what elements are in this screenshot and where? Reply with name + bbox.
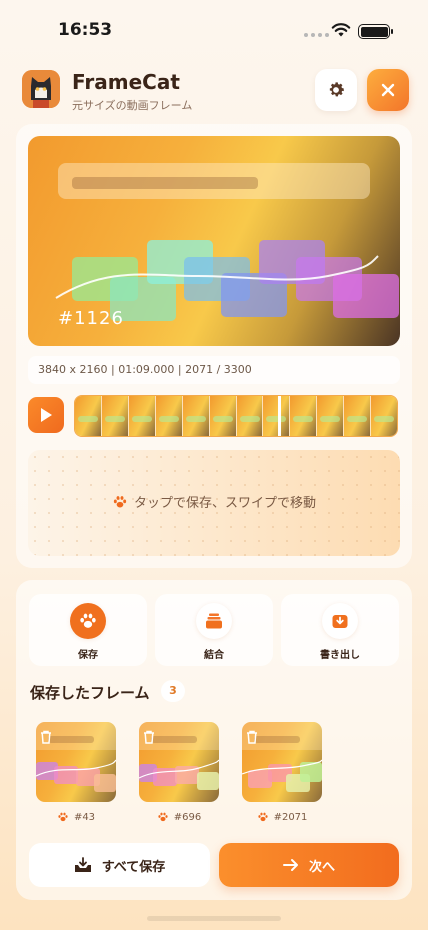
- saved-frame-thumbnail[interactable]: [139, 722, 219, 802]
- timeline-thumbnail: [290, 396, 318, 436]
- home-indicator: [147, 916, 281, 921]
- merge-action-button[interactable]: 結合: [155, 594, 273, 666]
- app-logo: [22, 70, 60, 108]
- stack-icon: [196, 603, 232, 639]
- next-label: 次へ: [308, 859, 335, 875]
- inbox-icon: [74, 857, 91, 872]
- saved-frame-label: #696: [139, 811, 219, 823]
- video-info: 3840 x 2160 | 01:09.000 | 2071 / 3300: [28, 356, 400, 384]
- tap-hint-label: タップで保存、スワイプで移動: [133, 496, 316, 511]
- download-icon: [322, 603, 358, 639]
- timeline-thumbnail: [75, 396, 102, 436]
- paw-icon: [158, 812, 168, 822]
- saved-frame-label: #43: [36, 811, 116, 823]
- save-action-button[interactable]: 保存: [29, 594, 147, 666]
- save-action-label: 保存: [78, 650, 98, 661]
- saved-frames-title: 保存したフレーム: [30, 684, 150, 702]
- saved-frame-thumbnail[interactable]: [242, 722, 322, 802]
- close-icon: [381, 83, 395, 97]
- saved-frame-label: #2071: [242, 811, 322, 823]
- timeline-thumbnail: [209, 396, 237, 436]
- settings-button[interactable]: [315, 69, 357, 111]
- timeline-scrubber[interactable]: [74, 395, 398, 437]
- tap-save-zone[interactable]: タップで保存、スワイプで移動: [28, 450, 400, 556]
- paw-icon: [70, 603, 106, 639]
- timeline-thumbnail: [263, 396, 291, 436]
- saved-frame-number: #2071: [273, 811, 308, 823]
- app-subtitle: 元サイズの動画フレーム: [72, 99, 193, 112]
- saved-count-badge: 3: [161, 680, 185, 702]
- status-time: 16:53: [58, 20, 113, 40]
- save-all-button[interactable]: すべて保存: [29, 843, 210, 887]
- timeline-thumbnail: [317, 396, 345, 436]
- saved-frame-thumbnail[interactable]: [36, 722, 116, 802]
- merge-action-label: 結合: [204, 650, 224, 661]
- saved-frame-number: #43: [73, 811, 96, 823]
- next-button[interactable]: 次へ: [219, 843, 399, 887]
- battery-icon: [358, 24, 393, 39]
- timeline-thumbnail: [155, 396, 183, 436]
- saved-frame-number: #696: [173, 811, 202, 823]
- paw-icon: [113, 495, 127, 507]
- signal-dots-icon: [304, 33, 329, 37]
- timeline-thumbnail: [101, 396, 129, 436]
- save-all-label: すべて保存: [101, 859, 166, 875]
- frame-number-label: #1126: [58, 308, 124, 329]
- play-icon: [41, 408, 52, 422]
- close-button[interactable]: [367, 69, 409, 111]
- play-button[interactable]: [28, 397, 64, 433]
- export-action-label: 書き出し: [320, 650, 360, 661]
- timeline-playhead[interactable]: [278, 396, 281, 436]
- timeline-thumbnail: [128, 396, 156, 436]
- wifi-icon: [331, 23, 351, 37]
- timeline-thumbnail: [182, 396, 210, 436]
- arrow-right-icon: [282, 859, 298, 871]
- app-header: FrameCat 元サイズの動画フレーム: [0, 64, 428, 116]
- gear-icon: [329, 82, 344, 97]
- status-bar: 16:53: [0, 0, 428, 60]
- timeline-thumbnail: [371, 396, 397, 436]
- paw-icon: [257, 812, 268, 822]
- frame-preview[interactable]: #1126: [28, 136, 400, 346]
- app-title: FrameCat: [72, 70, 180, 94]
- export-action-button[interactable]: 書き出し: [281, 594, 399, 666]
- timeline-thumbnail: [236, 396, 264, 436]
- tap-hint: タップで保存、スワイプで移動: [28, 492, 400, 511]
- paw-icon: [58, 812, 68, 822]
- timeline-thumbnail: [344, 396, 372, 436]
